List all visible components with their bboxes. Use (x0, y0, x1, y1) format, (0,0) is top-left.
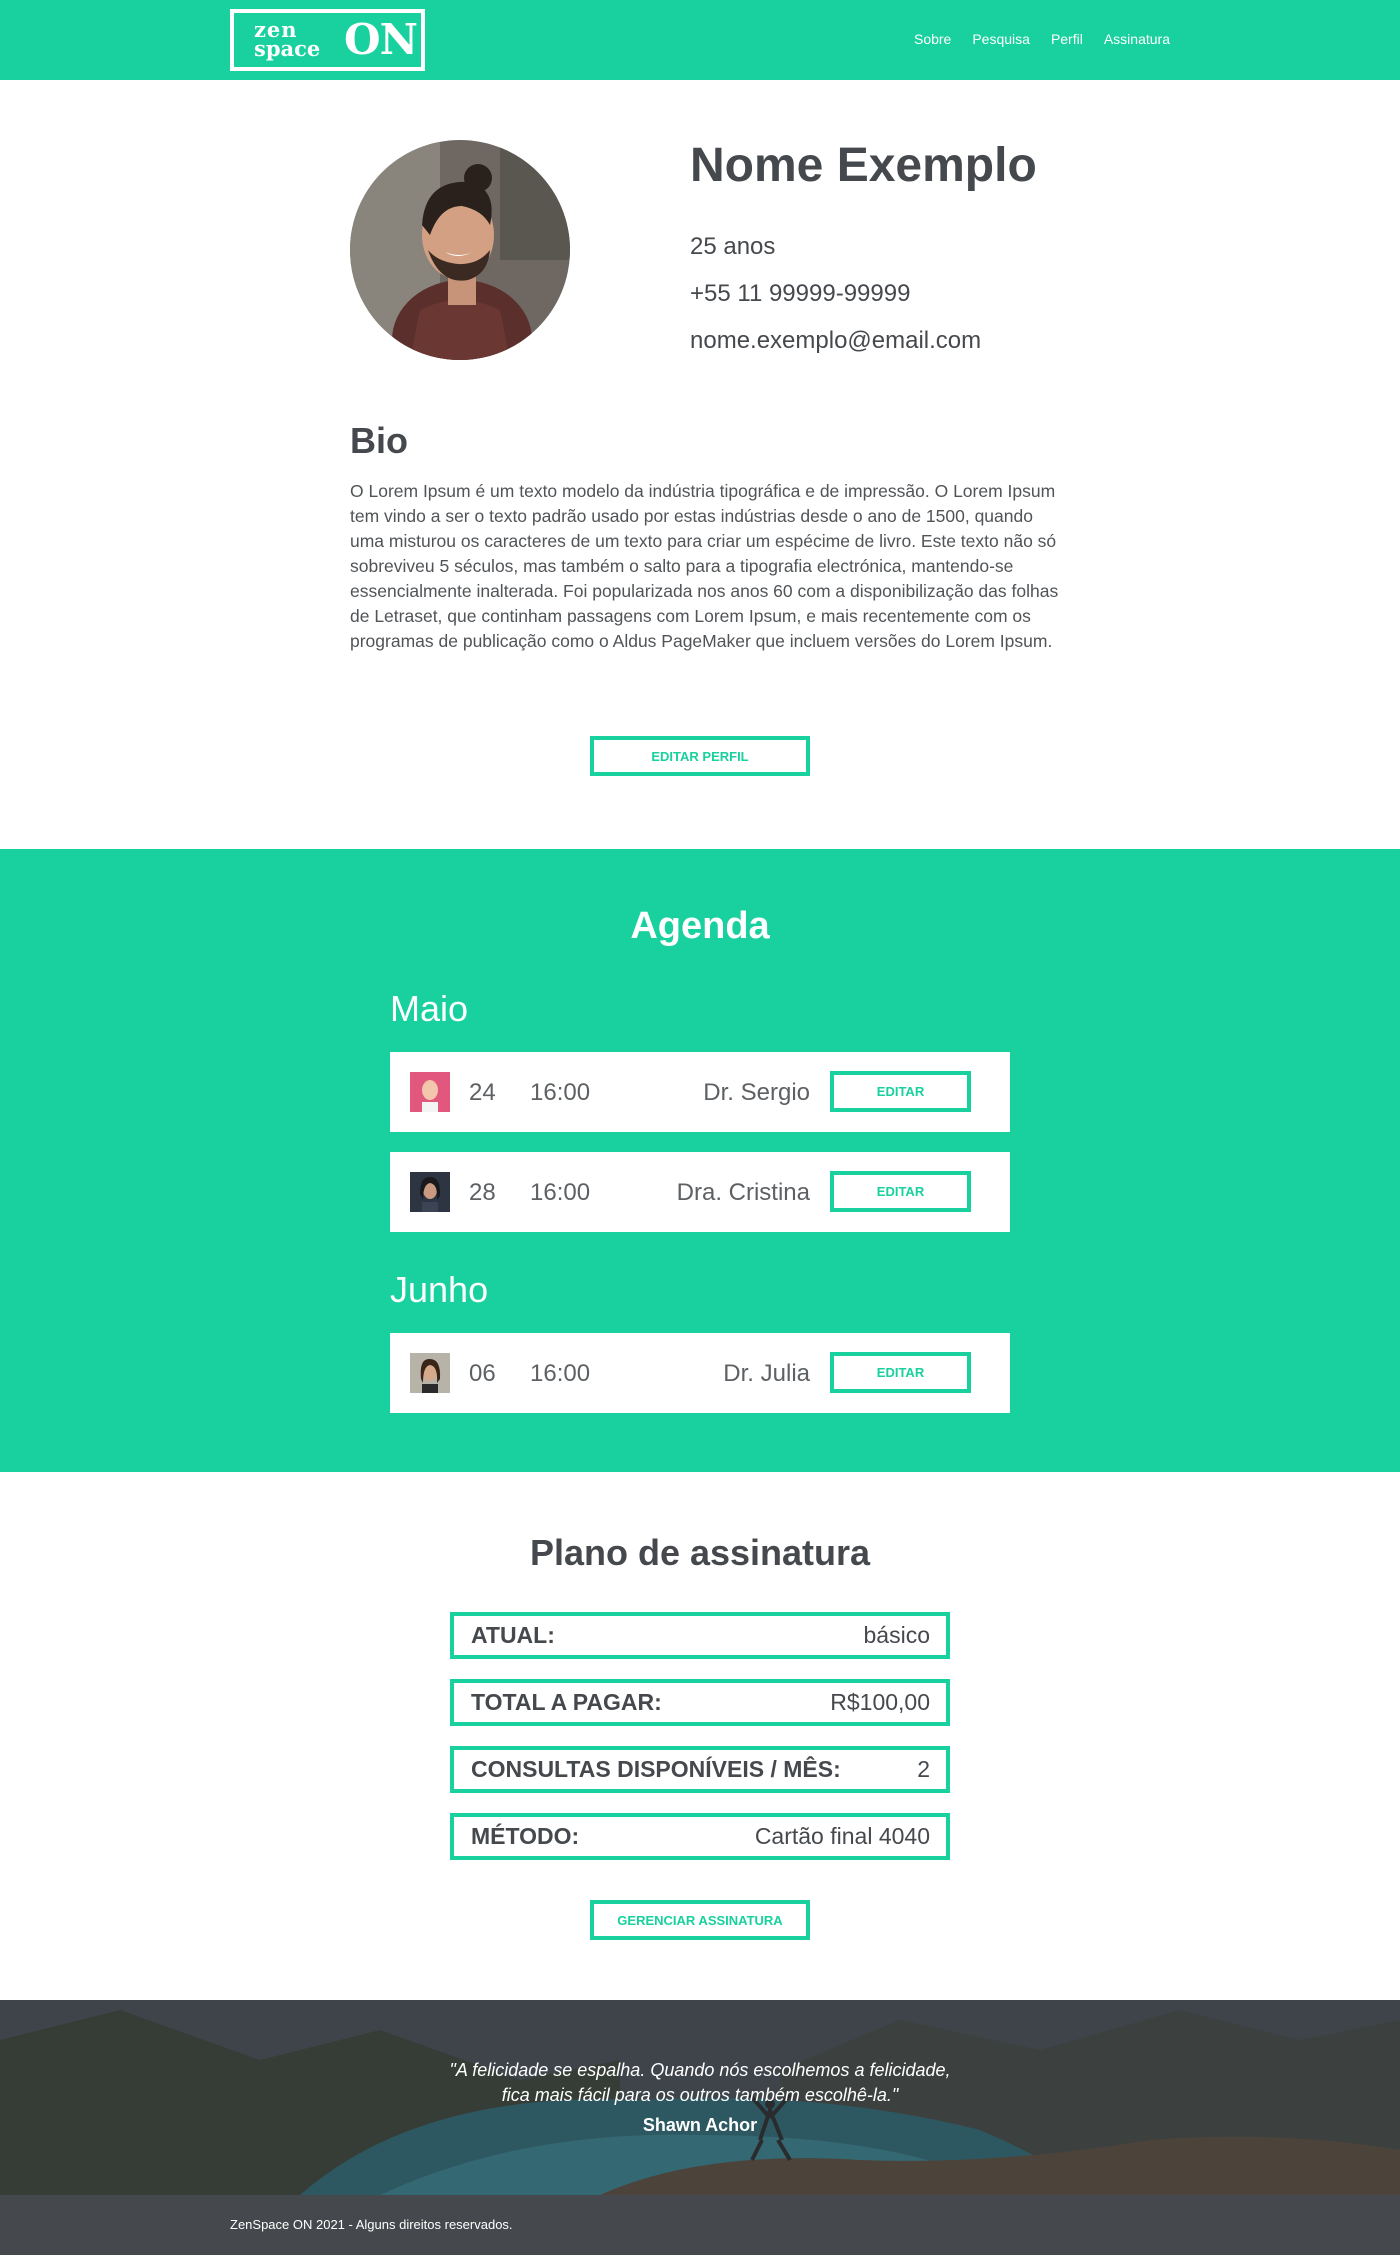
bio-heading: Bio (350, 420, 408, 461)
nav-link-perfil[interactable]: Perfil (1051, 31, 1083, 47)
appointment-time: 16:00 (530, 1079, 591, 1106)
quote-text: "A felicidade se espalha. Quando nós esc… (0, 2058, 1400, 2108)
plan-row-label: CONSULTAS DISPONÍVEIS / MÊS: (471, 1756, 841, 1782)
profile-name: Nome Exemplo (690, 139, 1037, 192)
edit-profile-button[interactable]: EDITAR PERFIL (590, 736, 810, 776)
month-label-junho: Junho (390, 1269, 489, 1310)
plan-row-value: básico (863, 1622, 930, 1648)
edit-appointment-button[interactable]: EDITAR (830, 1071, 971, 1112)
agenda-section: Agenda Maio 24 16:00 Dr. Sergio EDITAR 2… (0, 849, 1400, 1472)
appointment-row[interactable]: 24 16:00 Dr. Sergio EDITAR (390, 1052, 1010, 1132)
profile-photo (350, 140, 570, 360)
plan-heading: Plano de assinatura (529, 1532, 871, 1573)
nav-link-assinatura[interactable]: Assinatura (1104, 31, 1170, 47)
appointment-doctor: Dr. Sergio (703, 1079, 810, 1106)
plan-row-label: MÉTODO: (471, 1823, 580, 1849)
logo-text-space: space (254, 36, 321, 61)
doctor-avatar (410, 1172, 450, 1212)
appointment-row[interactable]: 28 16:00 Dra. Cristina EDITAR (390, 1152, 1010, 1232)
main-nav: Sobre Pesquisa Perfil Assinatura (914, 31, 1170, 47)
quote-line-1: "A felicidade se espalha. Quando nós esc… (449, 2060, 951, 2080)
month-label-maio: Maio (390, 988, 469, 1029)
agenda-heading: Agenda (630, 905, 770, 947)
nav-link-sobre[interactable]: Sobre (914, 31, 951, 47)
nav-link-pesquisa[interactable]: Pesquisa (972, 31, 1030, 47)
manage-subscription-button[interactable]: GERENCIAR ASSINATURA (590, 1900, 810, 1940)
appointment-doctor: Dr. Julia (723, 1360, 810, 1387)
edit-appointment-button[interactable]: EDITAR (830, 1171, 971, 1212)
quote-banner: "A felicidade se espalha. Quando nós esc… (0, 2000, 1400, 2195)
plan-row-label: ATUAL: (471, 1622, 555, 1648)
appointment-day: 24 (469, 1079, 496, 1106)
appointment-doctor: Dra. Cristina (676, 1179, 810, 1206)
brand-logo[interactable]: zen space ON (230, 9, 425, 71)
edit-appointment-button[interactable]: EDITAR (830, 1352, 971, 1393)
plan-row-consultations: CONSULTAS DISPONÍVEIS / MÊS: 2 (450, 1746, 950, 1793)
profile-avatar (350, 140, 570, 360)
doctor-avatar (410, 1353, 450, 1393)
top-navbar: zen space ON Sobre Pesquisa Perfil Assin… (0, 0, 1400, 80)
appointment-row[interactable]: 06 16:00 Dr. Julia EDITAR (390, 1333, 1010, 1413)
appointment-time: 16:00 (530, 1360, 591, 1387)
plan-row-value: R$100,00 (830, 1689, 930, 1715)
appointment-time: 16:00 (530, 1179, 591, 1206)
appointment-day: 28 (469, 1179, 496, 1206)
bio-text: O Lorem Ipsum é um texto modelo da indús… (350, 481, 1059, 651)
quote-line-2: fica mais fácil para os outros também es… (501, 2085, 899, 2105)
doctor-avatar (410, 1072, 450, 1112)
plan-row-method: MÉTODO: Cartão final 4040 (450, 1813, 950, 1860)
appointment-day: 06 (469, 1360, 496, 1387)
plan-row-value: Cartão final 4040 (754, 1823, 930, 1849)
footer-copyright: ZenSpace ON 2021 - Alguns direitos reser… (230, 2217, 513, 2232)
profile-age: 25 anos (690, 233, 776, 260)
plan-row-label: TOTAL A PAGAR: (471, 1689, 662, 1715)
logo-text-on: ON (344, 15, 418, 64)
page-footer: ZenSpace ON 2021 - Alguns direitos reser… (0, 2195, 1400, 2255)
plan-row-current: ATUAL: básico (450, 1612, 950, 1659)
quote-author: Shawn Achor (642, 2115, 758, 2135)
plan-row-value: 2 (917, 1756, 930, 1782)
profile-email: nome.exemplo@email.com (690, 327, 982, 354)
plan-row-total: TOTAL A PAGAR: R$100,00 (450, 1679, 950, 1726)
profile-phone: +55 11 99999-99999 (690, 280, 911, 307)
